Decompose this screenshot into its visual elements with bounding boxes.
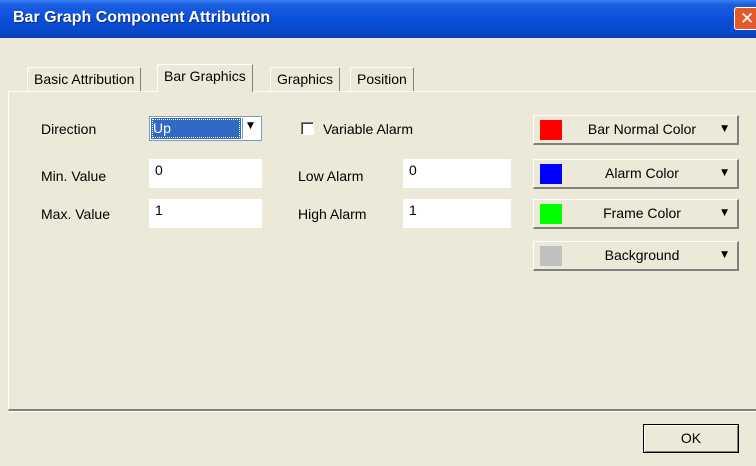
background-color-swatch xyxy=(540,246,562,266)
direction-label: Direction xyxy=(41,121,97,137)
alarm-color-label: Alarm Color xyxy=(605,165,679,181)
alarm-color-button[interactable]: Alarm Color ▼ xyxy=(533,159,739,189)
tab-position[interactable]: Position xyxy=(350,67,414,91)
chevron-down-icon: ▼ xyxy=(247,121,254,131)
direction-value: Up xyxy=(151,118,241,139)
tab-basic-attribution[interactable]: Basic Attribution xyxy=(27,67,142,91)
bar-normal-color-swatch xyxy=(540,120,562,140)
max-value-label: Max. Value xyxy=(41,206,110,222)
frame-color-swatch xyxy=(540,204,562,224)
low-alarm-label: Low Alarm xyxy=(298,168,364,184)
variable-alarm-checkbox[interactable] xyxy=(301,122,314,135)
min-value-input[interactable]: 0 xyxy=(149,159,262,188)
low-alarm-input[interactable]: 0 xyxy=(403,159,511,188)
window-title: Bar Graph Component Attribution xyxy=(13,9,271,26)
bar-normal-color-label: Bar Normal Color xyxy=(587,121,697,137)
direction-dropdown-button[interactable]: ▼ xyxy=(242,118,260,139)
close-icon: ✕ xyxy=(740,9,755,29)
chevron-down-icon: ▼ xyxy=(721,250,728,260)
bar-normal-color-button[interactable]: Bar Normal Color ▼ xyxy=(533,115,739,145)
tab-bar-graphics[interactable]: Bar Graphics xyxy=(157,64,253,92)
ok-button[interactable]: OK xyxy=(643,424,739,453)
alarm-color-swatch xyxy=(540,164,562,184)
chevron-down-icon: ▼ xyxy=(721,168,728,178)
high-alarm-input[interactable]: 1 xyxy=(403,199,511,228)
frame-color-button[interactable]: Frame Color ▼ xyxy=(533,199,739,229)
tab-graphics[interactable]: Graphics xyxy=(270,67,341,91)
ok-button-label: OK xyxy=(680,430,702,446)
close-button[interactable]: ✕ xyxy=(734,7,756,30)
chevron-down-icon: ▼ xyxy=(721,208,728,218)
high-alarm-label: High Alarm xyxy=(298,206,367,222)
min-value-label: Min. Value xyxy=(41,168,107,184)
background-color-label: Background xyxy=(604,247,680,263)
footer-divider xyxy=(8,411,756,412)
chevron-down-icon: ▼ xyxy=(721,124,728,134)
direction-select[interactable]: Up ▼ xyxy=(149,116,262,141)
max-value-input[interactable]: 1 xyxy=(149,199,262,228)
background-color-button[interactable]: Background ▼ xyxy=(533,241,739,271)
dialog-window: Bar Graph Component Attribution ✕ Basic … xyxy=(0,0,756,466)
frame-color-label: Frame Color xyxy=(603,205,681,221)
title-bar[interactable]: Bar Graph Component Attribution ✕ xyxy=(0,0,756,38)
variable-alarm-label: Variable Alarm xyxy=(323,121,414,137)
